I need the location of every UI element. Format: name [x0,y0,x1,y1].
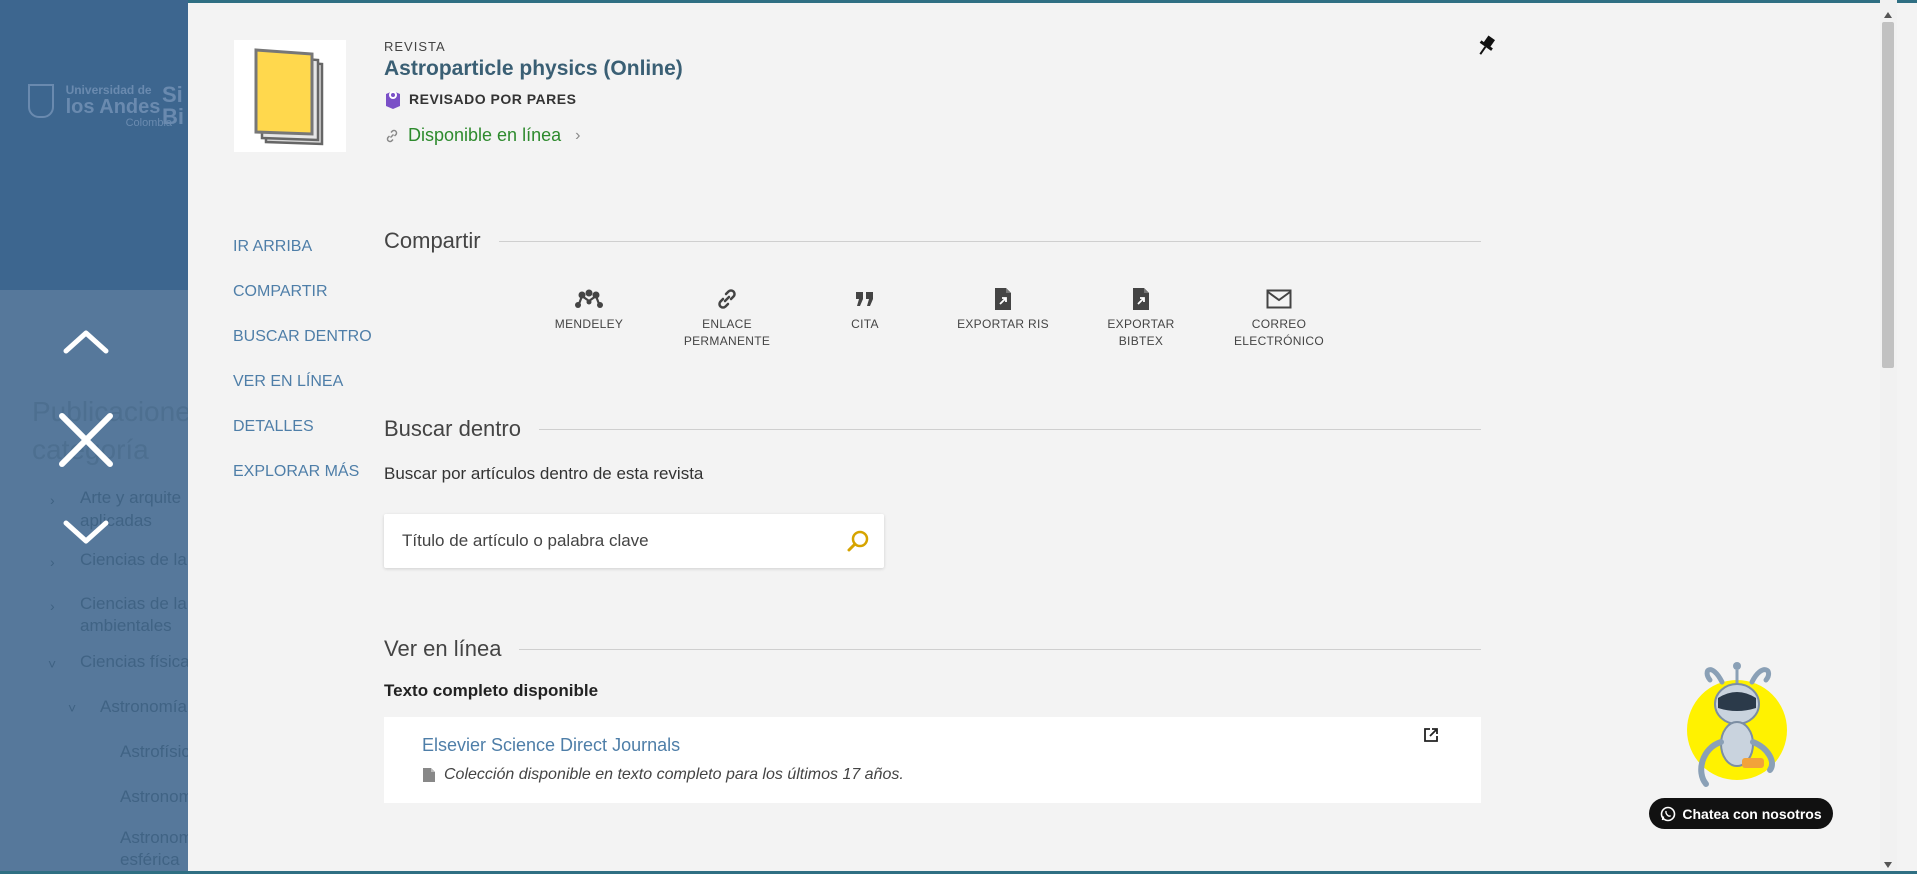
background-item: Ciencias de la [80,594,187,613]
share-export-bibtex-button[interactable]: EXPORTAR BIBTEX [1086,286,1196,350]
university-logo: Universidad de los Andes Colombia Si Bi [28,84,184,130]
mendeley-icon [575,289,603,308]
scroll-down-arrow[interactable] [1883,856,1893,868]
background-item: ambientales [80,616,172,635]
section-nav-share[interactable]: COMPARTIR [233,281,372,302]
record-title[interactable]: Astroparticle physics (Online) [384,57,683,81]
pin-record-button[interactable] [1476,34,1496,63]
chevron-right-icon: › [50,598,55,614]
export-file-icon [1133,288,1149,310]
pin-icon [1479,35,1496,55]
journal-cover [234,40,346,152]
background-item: esférica [120,850,180,869]
share-heading: Compartir [384,228,481,253]
search-within-input[interactable] [384,514,832,568]
section-divider [498,240,1481,242]
triangle-down-icon [1884,862,1892,868]
chevron-down-icon: ˅ [68,700,77,716]
export-file-icon [995,288,1011,310]
chat-button-label: Chatea con nosotros [1682,805,1822,822]
section-divider [538,428,1481,430]
section-navigation: IR ARRIBA COMPARTIR BUSCAR DENTRO VER EN… [233,236,372,506]
fulltext-available-label: Texto completo disponible [384,681,599,700]
link-icon [386,129,398,142]
section-nav-search-within[interactable]: BUSCAR DENTRO [233,326,372,347]
share-section-heading: Compartir [384,228,1481,254]
fulltext-provider-card: Elsevier Science Direct Journals Colecci… [384,717,1481,803]
search-submit-button[interactable] [846,529,870,558]
quote-icon [856,292,873,306]
share-cite-button[interactable]: CITA [810,286,920,333]
mail-icon [1266,289,1292,309]
peer-reviewed-label: REVISADO POR PARES [409,91,577,107]
coverage-text: Colección disponible en texto completo p… [444,766,904,783]
background-item: Astronomía [100,697,187,716]
section-nav-top[interactable]: IR ARRIBA [233,236,372,257]
search-within-section-heading: Buscar dentro [384,416,1481,442]
panel-top-border [188,0,1917,3]
section-nav-details[interactable]: DETALLES [233,416,372,437]
robot-mascot-icon [1687,662,1787,787]
availability-label: Disponible en línea [408,125,562,145]
view-online-heading: Ver en línea [384,636,502,661]
whatsapp-icon [1661,806,1676,821]
share-export-ris-button[interactable]: EXPORTAR RIS [948,286,1058,333]
search-icon [847,530,869,552]
scroll-up-arrow[interactable] [1883,6,1893,18]
chevron-right-icon: › [50,554,55,570]
close-overlay-button[interactable] [56,412,116,468]
background-item: Ciencias físicas [80,652,199,671]
chat-mascot[interactable] [1682,652,1792,807]
link-icon [718,289,736,309]
search-within-description: Buscar por artículos dentro de esta revi… [384,464,704,483]
share-email-button[interactable]: CORREO ELECTRÓNICO [1224,286,1334,350]
university-shield-icon [28,84,54,118]
record-detail-panel: REVISTA Astroparticle physics (Online) R… [188,0,1917,874]
scrollbar-thumb[interactable] [1882,22,1894,368]
provider-link[interactable]: Elsevier Science Direct Journals [422,735,680,756]
close-icon [59,413,113,467]
chevron-right-icon: › [575,126,581,144]
search-within-heading: Buscar dentro [384,416,521,441]
chevron-down-icon [63,520,109,544]
journal-cover-icon [254,48,324,146]
chat-button[interactable]: Chatea con nosotros [1649,798,1833,829]
document-icon [423,768,435,782]
open-external-button[interactable] [1423,727,1439,748]
chevron-down-icon: ˅ [48,656,57,672]
next-record-button[interactable] [56,508,116,558]
chevron-up-icon [63,330,109,354]
section-nav-explore[interactable]: EXPLORAR MÁS [233,461,372,482]
search-within-box [384,514,884,568]
view-online-section-heading: Ver en línea [384,636,1481,662]
section-nav-view-online[interactable]: VER EN LÍNEA [233,371,372,392]
section-divider [519,648,1481,650]
peer-reviewed-badge: REVISADO POR PARES [384,88,576,110]
background-item: Arte y arquite [80,488,182,507]
external-link-icon [1424,728,1438,742]
triangle-up-icon [1884,12,1892,18]
background-header: Universidad de los Andes Colombia Si Bi [0,0,188,290]
coverage-note: Colección disponible en texto completo p… [422,766,904,784]
previous-record-button[interactable] [56,316,116,366]
peer-reviewed-icon [386,91,400,109]
share-mendeley-button[interactable]: MENDELEY [534,286,644,333]
availability-link[interactable]: Disponible en línea › [384,125,580,146]
share-permalink-button[interactable]: ENLACE PERMANENTE [672,286,782,350]
chevron-right-icon: › [50,492,55,508]
record-type: REVISTA [384,39,446,54]
